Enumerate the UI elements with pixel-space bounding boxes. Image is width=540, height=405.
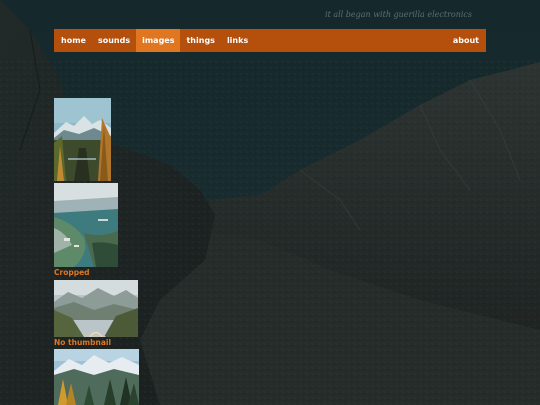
site-tagline: it all began with guerilla electronics xyxy=(325,10,472,19)
gallery-thumbnail-mountain-forest[interactable] xyxy=(54,98,111,181)
gallery-caption-no-thumbnail[interactable]: No thumbnail xyxy=(54,338,111,347)
nav-links[interactable]: links xyxy=(221,29,254,52)
nav-home[interactable]: home xyxy=(54,29,92,52)
nav-about[interactable]: about xyxy=(447,29,486,52)
nav-images[interactable]: images xyxy=(136,29,181,52)
main-nav: home sounds images things links about xyxy=(54,29,486,52)
gallery-thumbnail-misty-mountains[interactable] xyxy=(54,280,138,337)
gallery-caption-cropped[interactable]: Cropped xyxy=(54,268,90,277)
gallery-thumbnail-alpine-forest[interactable] xyxy=(54,349,139,405)
gallery-thumbnail-coastal-city[interactable] xyxy=(54,183,118,267)
nav-things[interactable]: things xyxy=(180,29,220,52)
nav-sounds[interactable]: sounds xyxy=(92,29,136,52)
